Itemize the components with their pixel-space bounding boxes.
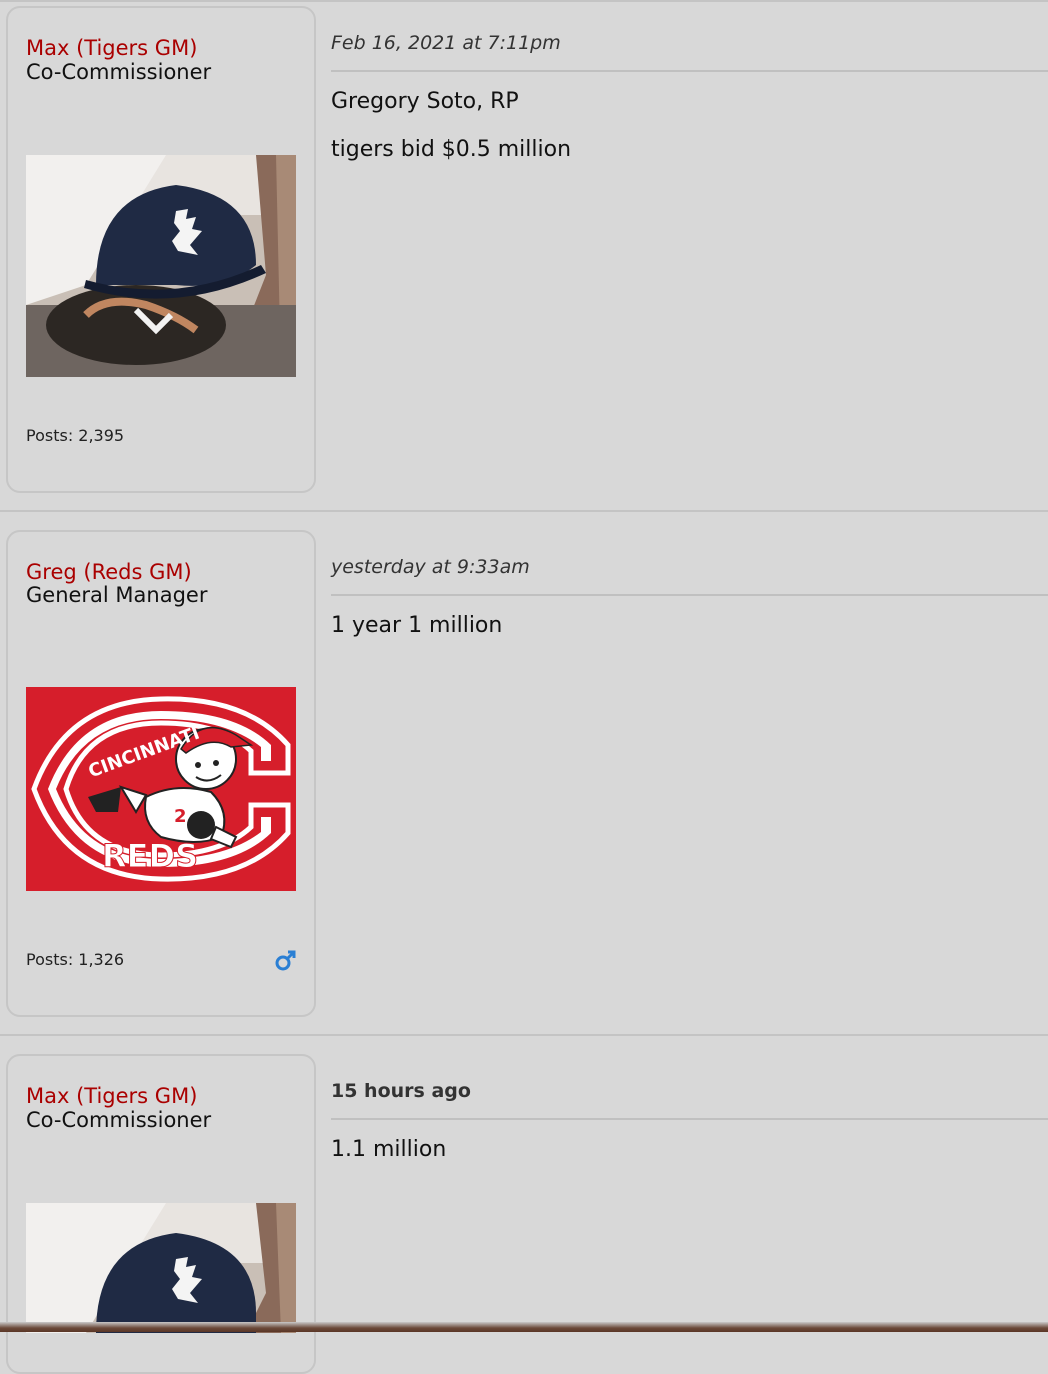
user-title: Co-Commissioner [26,60,212,84]
svg-text:2: 2 [174,806,187,827]
post-header-divider [331,70,1048,72]
tigers-cap-avatar-image [26,1203,296,1333]
post-message-line: Gregory Soto, RP [331,89,519,114]
user-profile-card: Greg (Reds GM) General Manager 2 CINCINN… [6,530,316,1017]
username-link[interactable]: Greg (Reds GM) [26,560,192,584]
user-profile-card: Max (Tigers GM) Co-Commissioner Posts: 2… [6,6,316,493]
post-date[interactable]: yesterday at 9:33am [331,556,530,578]
post-header-divider [331,594,1048,596]
forum-post: Greg (Reds GM) General Manager 2 CINCINN… [0,512,1048,1036]
male-symbol-icon [274,948,298,972]
logo-text-bottom: REDS [102,837,198,875]
post-date[interactable]: 15 hours ago [331,1080,471,1102]
post-count: Posts: 1,326 [26,950,125,969]
user-title: General Manager [26,583,208,607]
post-count: Posts: 2,395 [26,426,125,445]
post-message-line: tigers bid $0.5 million [331,137,572,162]
avatar[interactable] [26,1203,296,1333]
tigers-cap-avatar-image [26,155,296,377]
avatar[interactable] [26,155,296,377]
forum-post: Max (Tigers GM) Co-Commissioner Posts: 2… [0,0,1048,512]
username-link[interactable]: Max (Tigers GM) [26,36,197,60]
user-title: Co-Commissioner [26,1108,212,1132]
post-message-line: 1.1 million [331,1137,447,1162]
cincinnati-reds-logo-image: 2 CINCINNATI REDS [26,687,296,891]
forum-post: Max (Tigers GM) Co-Commissioner 15 hours… [0,1036,1048,1374]
username-link[interactable]: Max (Tigers GM) [26,1084,197,1108]
page-footer-edge [0,1322,1048,1332]
post-header-divider [331,1118,1048,1120]
avatar[interactable]: 2 CINCINNATI REDS [26,687,296,891]
post-date[interactable]: Feb 16, 2021 at 7:11pm [331,32,561,54]
post-message-line: 1 year 1 million [331,613,503,638]
